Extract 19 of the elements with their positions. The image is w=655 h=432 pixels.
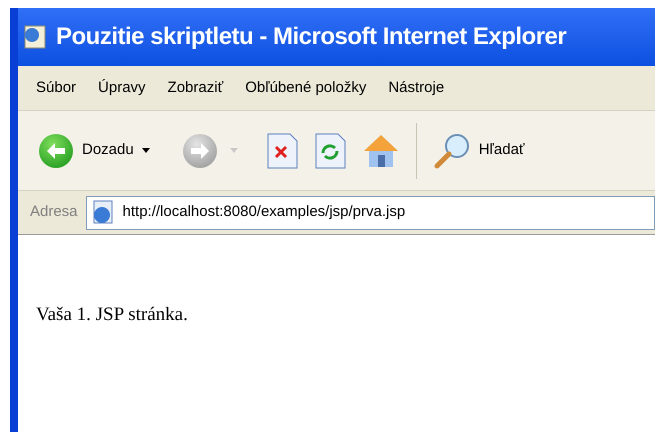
address-field[interactable]: http://localhost:8080/examples/jsp/prva.jsp <box>86 196 655 230</box>
search-label[interactable]: Hľadať <box>478 139 525 162</box>
back-button[interactable] <box>38 132 74 168</box>
search-icon[interactable] <box>432 132 471 170</box>
back-label[interactable]: Dozadu <box>82 139 134 162</box>
menu-item[interactable]: Súbor <box>36 76 76 100</box>
menu-item[interactable]: Úpravy <box>98 76 146 100</box>
menu-item[interactable]: Obľúbené položky <box>245 76 366 100</box>
page-text: Vaša 1. JSP stránka. <box>36 303 189 327</box>
page-icon <box>90 200 115 226</box>
stop-icon[interactable] <box>266 132 298 168</box>
menu-item[interactable]: Nástroje <box>388 76 444 100</box>
window-title: Pouzitie skriptletu - Microsoft Internet Explorer <box>56 22 566 52</box>
home-icon[interactable] <box>362 132 400 168</box>
refresh-icon[interactable] <box>314 132 346 168</box>
page-icon <box>22 24 48 50</box>
menu-item[interactable]: Zobraziť <box>168 76 224 100</box>
address-label: Adresa <box>30 202 78 222</box>
caret-icon[interactable] <box>142 148 150 153</box>
